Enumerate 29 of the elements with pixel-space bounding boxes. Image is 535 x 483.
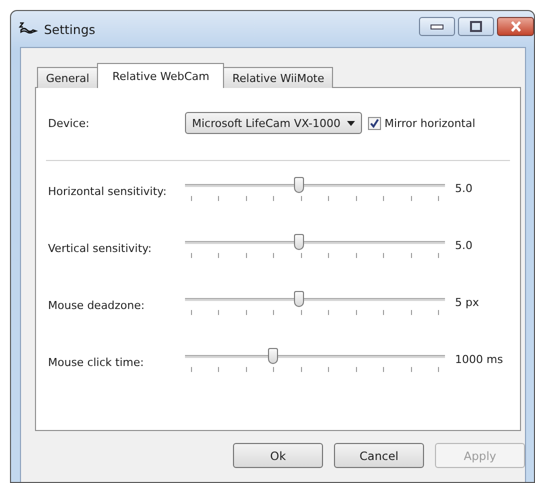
slider-label: Mouse click time: (47, 356, 145, 369)
slider-thumb[interactable] (294, 176, 304, 192)
maximize-button[interactable] (458, 16, 494, 36)
close-button[interactable] (497, 16, 534, 36)
slider-value: 5.0 (455, 239, 472, 252)
tab[interactable]: Relative WebCam (97, 63, 224, 88)
slider-label: Horizontal sensitivity: (47, 185, 168, 198)
close-icon (508, 20, 522, 32)
slider-value: 5.0 (455, 182, 472, 195)
dialog-button[interactable]: Ok (233, 443, 323, 468)
slider-thumb[interactable] (294, 234, 304, 250)
slider-value: 1000 ms (455, 353, 503, 366)
tab[interactable]: General (37, 67, 98, 88)
window-title: Settings (44, 22, 96, 36)
slider-thumb[interactable] (294, 290, 304, 306)
minimize-button[interactable] (419, 16, 455, 36)
dialog-button[interactable]: Cancel (334, 443, 424, 468)
caret-icon (346, 120, 354, 126)
mirror-label: Mirror horizontal (384, 116, 476, 130)
minimize-icon (430, 22, 444, 30)
device-label: Device: (47, 116, 90, 130)
mirror-checkbox[interactable] (368, 116, 380, 130)
maximize-icon (469, 20, 483, 32)
slider-value: 5 px (455, 296, 479, 309)
slider-thumb[interactable] (268, 348, 278, 364)
slider-label: Vertical sensitivity: (47, 242, 153, 255)
device-dropdown[interactable]: Microsoft LifeCam VX-1000 (185, 112, 362, 134)
slider-label: Mouse deadzone: (47, 299, 146, 312)
tab[interactable]: Relative WiiMote (223, 67, 334, 88)
